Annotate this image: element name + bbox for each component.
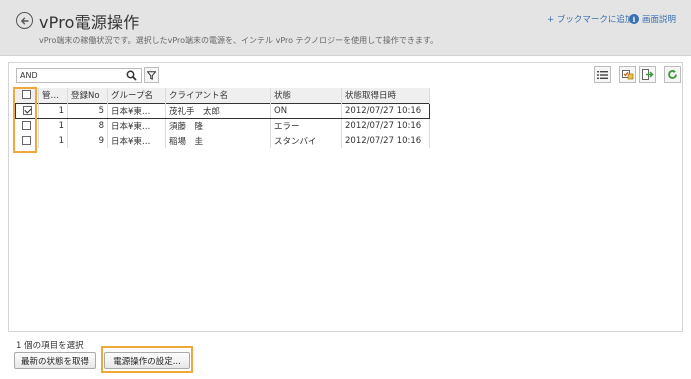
refresh-icon xyxy=(668,69,677,79)
cell-group: 日本¥東… xyxy=(107,133,166,148)
column-header-no[interactable]: 登録No xyxy=(67,88,108,103)
row-checkbox[interactable] xyxy=(22,105,32,115)
filter-icon xyxy=(147,70,156,80)
selection-status: 1 個の項目を選択 xyxy=(16,341,84,351)
info-icon: i xyxy=(629,14,639,24)
cell-date: 2012/07/27 10:16 xyxy=(341,102,430,119)
cell-state: スタンバイ xyxy=(270,133,342,148)
filter-button[interactable] xyxy=(144,67,159,83)
refresh-button[interactable] xyxy=(664,66,681,83)
export-icon xyxy=(641,69,654,80)
power-settings-button[interactable]: 電源操作の設定... xyxy=(104,352,190,369)
page-title: vPro電源操作 xyxy=(39,13,140,32)
cell-state: エラー xyxy=(270,118,342,133)
cell-no: 8 xyxy=(67,118,108,133)
select-check-button[interactable] xyxy=(619,66,636,83)
column-header-date[interactable]: 状態取得日時 xyxy=(341,88,430,103)
help-link-label: 画面説明 xyxy=(642,15,677,25)
cell-kan: 1 xyxy=(38,102,68,119)
cell-client: 須藤 隆 xyxy=(165,118,271,133)
search-input[interactable] xyxy=(17,69,125,82)
list-view-icon xyxy=(597,70,608,79)
row-checkbox-cell xyxy=(15,102,39,119)
search-icon[interactable] xyxy=(126,70,137,81)
cell-date: 2012/07/27 10:16 xyxy=(341,133,430,148)
column-header-state[interactable]: 状態 xyxy=(270,88,342,103)
search-box xyxy=(16,68,142,83)
column-header-client[interactable]: クライアント名 xyxy=(165,88,271,103)
cell-kan: 1 xyxy=(38,118,68,133)
table-row[interactable]: 1 9 日本¥東… 稲場 圭 スタンバイ 2012/07/27 10:16 xyxy=(15,133,430,148)
table-header-row: 管… 登録No グループ名 クライアント名 状態 状態取得日時 xyxy=(15,88,430,103)
help-link[interactable]: i 画面説明 xyxy=(629,13,676,25)
select-check-icon xyxy=(621,70,633,80)
add-bookmark-link[interactable]: + ブックマークに追加 xyxy=(547,13,633,25)
table-row[interactable]: 1 8 日本¥東… 須藤 隆 エラー 2012/07/27 10:16 xyxy=(15,118,430,133)
table-row[interactable]: 1 5 日本¥東… 茂礼手 太郎 ON 2012/07/27 10:16 xyxy=(15,102,430,119)
list-view-button[interactable] xyxy=(594,66,611,83)
cell-client: 稲場 圭 xyxy=(165,133,271,148)
cell-group: 日本¥東… xyxy=(107,118,166,133)
back-icon[interactable] xyxy=(16,12,33,29)
row-checkbox[interactable] xyxy=(22,120,32,130)
cell-no: 9 xyxy=(67,133,108,148)
cell-date: 2012/07/27 10:16 xyxy=(341,118,430,133)
cell-client: 茂礼手 太郎 xyxy=(165,102,271,119)
row-checkbox[interactable] xyxy=(22,135,32,145)
select-all-checkbox[interactable] xyxy=(22,90,32,100)
column-header-group[interactable]: グループ名 xyxy=(107,88,166,103)
cell-no: 5 xyxy=(67,102,108,119)
row-checkbox-cell xyxy=(15,133,39,148)
client-table: 管… 登録No グループ名 クライアント名 状態 状態取得日時 1 5 日本¥東… xyxy=(15,88,430,148)
column-header-kan[interactable]: 管… xyxy=(38,88,68,103)
refresh-status-button[interactable]: 最新の状態を取得 xyxy=(14,352,96,369)
row-checkbox-cell xyxy=(15,118,39,133)
page-subtitle: vPro端末の稼働状況です。選択したvPro端末の電源を、インテル vPro テ… xyxy=(39,36,439,45)
select-all-cell xyxy=(15,88,39,103)
export-button[interactable] xyxy=(639,66,656,83)
cell-group: 日本¥東… xyxy=(107,102,166,119)
cell-state: ON xyxy=(270,102,342,119)
page-header: vPro電源操作 vPro端末の稼働状況です。選択したvPro端末の電源を、イン… xyxy=(0,0,691,56)
cell-kan: 1 xyxy=(38,133,68,148)
